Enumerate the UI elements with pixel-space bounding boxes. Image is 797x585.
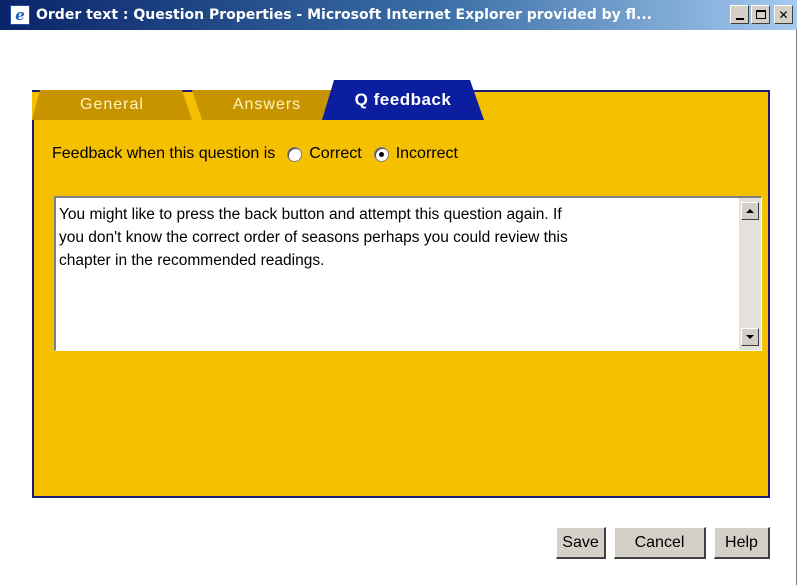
arrow-down-icon <box>746 335 754 339</box>
minimize-icon <box>735 17 744 20</box>
correct-radio[interactable] <box>287 146 303 162</box>
tab-strip: General Answers Q feedback <box>32 80 770 120</box>
dialog-buttons: Save Cancel Help <box>556 527 770 559</box>
feedback-prompt: Feedback when this question is <box>52 145 276 162</box>
feedback-text[interactable]: You might like to press the back button … <box>59 203 729 272</box>
tab-general-label: General <box>80 96 144 113</box>
q-feedback-panel: Feedback when this question is Correct I… <box>32 120 770 498</box>
arrow-up-icon <box>746 209 754 213</box>
save-button[interactable]: Save <box>556 527 606 559</box>
textarea-scrollbar[interactable] <box>739 198 761 350</box>
scroll-up-button[interactable] <box>741 202 759 220</box>
close-icon: ✕ <box>778 7 789 22</box>
maximize-button[interactable] <box>751 5 770 24</box>
feedback-textarea[interactable]: You might like to press the back button … <box>54 196 762 351</box>
title-bar[interactable]: e Order text : Question Properties - Mic… <box>0 0 797 30</box>
tab-q-feedback-label: Q feedback <box>354 90 452 109</box>
cancel-button[interactable]: Cancel <box>614 527 706 559</box>
help-button[interactable]: Help <box>714 527 770 559</box>
tab-answers[interactable]: Answers <box>192 90 342 120</box>
close-button[interactable]: ✕ <box>774 5 793 24</box>
feedback-selector: Feedback when this question is Correct I… <box>52 145 458 163</box>
window-controls: ✕ <box>730 5 793 24</box>
incorrect-radio[interactable] <box>373 146 389 162</box>
tab-general[interactable]: General <box>32 90 192 120</box>
minimize-button[interactable] <box>730 5 749 24</box>
scroll-down-button[interactable] <box>741 328 759 346</box>
ie-icon: e <box>10 5 30 25</box>
maximize-icon <box>755 10 766 19</box>
tab-q-feedback[interactable]: Q feedback <box>322 80 484 120</box>
question-properties-window: e Order text : Question Properties - Mic… <box>0 0 797 585</box>
window-title: Order text : Question Properties - Micro… <box>36 7 652 23</box>
correct-radio-label[interactable]: Correct <box>309 145 361 163</box>
tab-answers-label: Answers <box>232 96 302 113</box>
incorrect-radio-label[interactable]: Incorrect <box>396 145 458 163</box>
